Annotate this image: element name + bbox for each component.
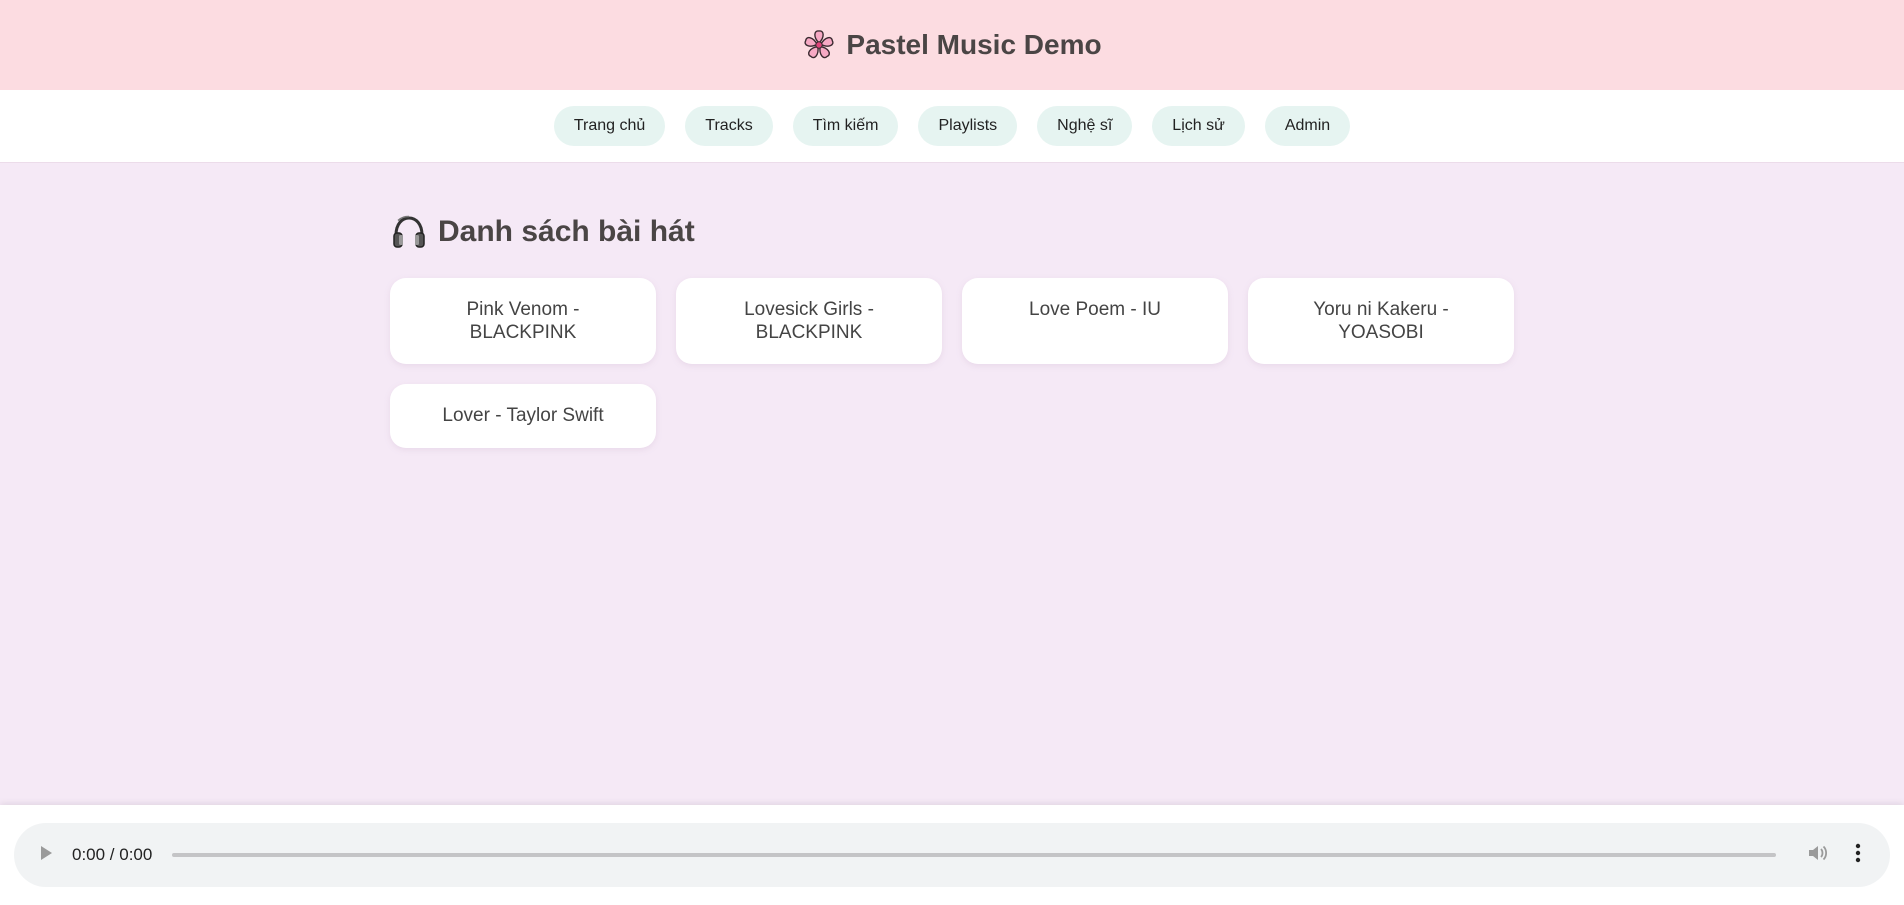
headphones-icon [390,213,428,251]
progress-slider[interactable] [172,853,1776,857]
volume-button[interactable] [1798,835,1838,875]
nav-tracks[interactable]: Tracks [685,106,773,146]
player-footer: 0:00 / 0:00 [0,805,1904,905]
more-options-button[interactable] [1838,835,1878,875]
volume-icon [1807,843,1829,868]
nav-history[interactable]: Lịch sử [1152,106,1245,146]
nav-playlists[interactable]: Playlists [918,106,1018,146]
section-heading: Danh sách bài hát [390,210,1520,254]
nav-search[interactable]: Tìm kiếm [792,106,899,146]
track-list-section: Danh sách bài hát Pink Venom - BLACKPINK… [390,210,1520,448]
track-card[interactable]: Pink Venom - BLACKPINK [390,278,656,364]
track-card[interactable]: Yoru ni Kakeru - YOASOBI [1248,278,1514,364]
time-display: 0:00 / 0:00 [72,845,153,864]
track-grid: Pink Venom - BLACKPINK Lovesick Girls - … [390,278,1520,448]
cherry-blossom-icon [802,28,836,62]
track-card[interactable]: Lover - Taylor Swift [390,384,656,448]
track-card[interactable]: Love Poem - IU [962,278,1228,364]
nav-artists[interactable]: Nghệ sĩ [1037,106,1133,146]
brand: Pastel Music Demo [802,28,1102,62]
play-icon [38,844,54,867]
audio-player: 0:00 / 0:00 [14,823,1890,887]
nav-admin[interactable]: Admin [1264,106,1351,146]
track-card[interactable]: Lovesick Girls - BLACKPINK [676,278,942,364]
main-nav: Trang chủ Tracks Tìm kiếm Playlists Nghệ… [0,90,1904,163]
section-title: Danh sách bài hát [438,215,695,248]
app-title: Pastel Music Demo [846,29,1102,60]
app-header: Pastel Music Demo [0,0,1904,90]
play-button[interactable] [26,835,66,875]
nav-home[interactable]: Trang chủ [553,106,666,146]
more-vertical-icon [1855,843,1861,868]
